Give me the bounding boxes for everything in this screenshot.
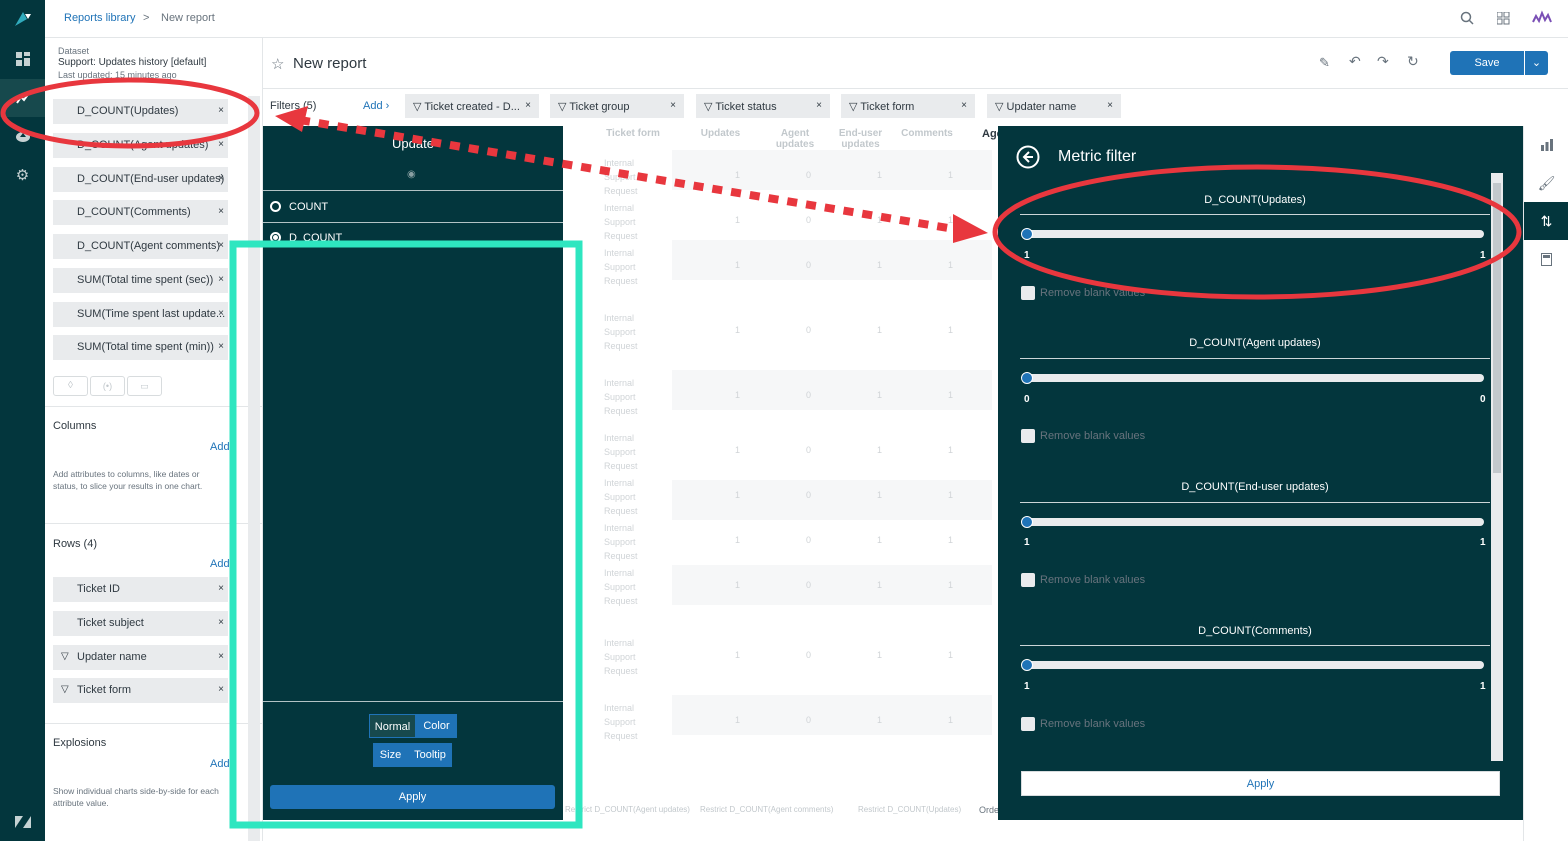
annotation-arrowhead-left bbox=[275, 106, 308, 132]
annotation-ellipse-right bbox=[992, 164, 1522, 300]
annotation-highlight-box bbox=[229, 240, 583, 829]
annotation-dotted-arrow bbox=[299, 116, 961, 234]
annotation-overlay bbox=[0, 77, 1522, 829]
annotation-arrowhead-right bbox=[953, 214, 988, 243]
annotation-ellipse-left bbox=[0, 77, 260, 149]
